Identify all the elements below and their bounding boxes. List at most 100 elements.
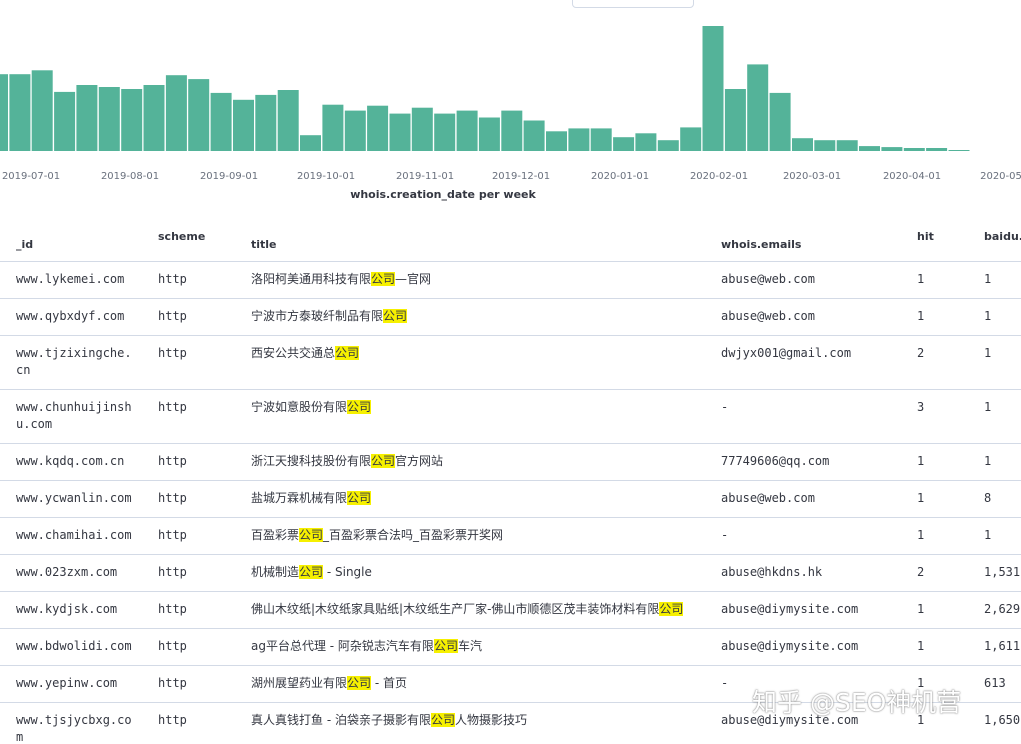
- table-row[interactable]: www.tjzixingche.cn http 西安公共交通总公司 dwjyx001@…: [0, 335, 1021, 390]
- histogram-bar[interactable]: [478, 117, 500, 152]
- histogram-bar[interactable]: [300, 135, 321, 151]
- watermark-text: 知乎 @SEO神机营: [752, 688, 962, 717]
- histogram-bar[interactable]: [769, 92, 791, 151]
- search-highlight: 公司: [347, 675, 372, 690]
- histogram-bar[interactable]: [121, 89, 143, 151]
- title-text-suffix: - 首页: [371, 675, 407, 690]
- cell-baidu: 2,629: [968, 591, 1021, 629]
- cell-emails: dwjyx001@gmail.com: [705, 335, 901, 390]
- histogram-bar[interactable]: [702, 26, 724, 151]
- table-row[interactable]: www.chunhuijinshu.com http 宁波如意股份有限公司 -31: [0, 389, 1021, 444]
- histogram-bar[interactable]: [98, 87, 120, 151]
- histogram-chart: 2019-07-01 2019-08-01 2019-09-01 2019-10-01…: [0, 0, 1021, 210]
- title-text-suffix: 人物摄影技巧: [454, 712, 527, 727]
- title-text-suffix: 车汽: [457, 638, 482, 653]
- cell-scheme: http: [142, 335, 235, 390]
- histogram-bar[interactable]: [54, 91, 76, 151]
- histogram-bar[interactable]: [523, 120, 545, 152]
- column-header-hit[interactable]: hit: [901, 210, 968, 262]
- title-text: 湖州展望药业有限: [251, 675, 348, 690]
- table-row[interactable]: www.kqdq.com.cn http 浙江天搜科技股份有限公司官方网站 77749…: [0, 443, 1021, 481]
- histogram-bar[interactable]: [836, 140, 858, 151]
- histogram-bar[interactable]: [143, 85, 165, 151]
- histogram-bar[interactable]: [590, 128, 612, 151]
- column-header-title[interactable]: title: [235, 210, 705, 262]
- histogram-bar[interactable]: [680, 127, 702, 151]
- column-header-baidu[interactable]: baidu.: [968, 210, 1021, 262]
- table-row[interactable]: www.lykemei.com http 洛阳柯美通用科技有限公司—官网 abuse@…: [0, 261, 1021, 299]
- histogram-bar[interactable]: [635, 133, 657, 151]
- histogram-bar[interactable]: [903, 148, 925, 151]
- cell-title: 浙江天搜科技股份有限公司官方网站: [235, 443, 705, 481]
- histogram-bar[interactable]: [926, 148, 948, 151]
- histogram-bar[interactable]: [456, 110, 478, 151]
- histogram-bar[interactable]: [277, 90, 299, 151]
- histogram-bar[interactable]: [568, 128, 590, 151]
- histogram-bar[interactable]: [881, 147, 903, 151]
- cell-id: www.bdwolidi.com: [0, 628, 142, 666]
- column-header-id[interactable]: _id: [0, 210, 142, 262]
- histogram-bar[interactable]: [165, 75, 187, 151]
- histogram-bar[interactable]: [948, 150, 970, 151]
- histogram-bar[interactable]: [233, 99, 254, 151]
- cell-baidu: 1: [968, 298, 1021, 336]
- cell-baidu: 1,531: [968, 554, 1021, 592]
- title-text: 浙江天搜科技股份有限: [251, 453, 372, 468]
- histogram-bar[interactable]: [0, 74, 8, 151]
- table-row[interactable]: www.qybxdyf.com http 宁波市方泰玻纤制品有限公司 abuse@we…: [0, 298, 1021, 336]
- histogram-bar[interactable]: [724, 89, 746, 151]
- x-tick-label: 2019-07-01: [2, 171, 60, 182]
- search-highlight: 公司: [347, 490, 372, 505]
- table-row[interactable]: www.bdwolidi.com http ag平台总代理 - 阿杂锐志汽车有限公司…: [0, 628, 1021, 666]
- column-header-scheme[interactable]: scheme: [142, 210, 235, 262]
- cell-baidu: 1: [968, 389, 1021, 444]
- column-header-emails[interactable]: whois.emails: [705, 210, 901, 262]
- histogram-bar[interactable]: [31, 70, 53, 151]
- histogram-bar[interactable]: [613, 137, 635, 151]
- cell-emails: -: [705, 389, 901, 444]
- histogram-bar[interactable]: [210, 92, 232, 151]
- title-text: 西安公共交通总: [251, 345, 336, 360]
- x-tick-label: 2020-03-01: [783, 171, 841, 182]
- histogram-bar[interactable]: [76, 85, 98, 151]
- cell-emails: -: [705, 517, 901, 555]
- title-text: 百盈彩票: [251, 527, 300, 542]
- table-row[interactable]: www.chamihai.com http 百盈彩票公司_百盈彩票合法吗_百盈彩票开…: [0, 517, 1021, 555]
- histogram-bar[interactable]: [657, 140, 679, 151]
- cell-scheme: http: [142, 389, 235, 444]
- histogram-bar[interactable]: [859, 146, 880, 151]
- cell-title: 湖州展望药业有限公司 - 首页: [235, 665, 705, 703]
- histogram-bar[interactable]: [546, 131, 567, 151]
- histogram-bar[interactable]: [188, 79, 210, 151]
- cell-scheme: http: [142, 628, 235, 666]
- histogram-bar[interactable]: [434, 113, 456, 151]
- histogram-bar[interactable]: [792, 138, 813, 151]
- x-tick-label: 2020-04-01: [883, 171, 941, 182]
- histogram-bar[interactable]: [814, 140, 836, 151]
- histogram-bar[interactable]: [322, 104, 344, 151]
- cell-baidu: 1,611: [968, 628, 1021, 666]
- histogram-bar[interactable]: [344, 110, 366, 151]
- histogram-bar[interactable]: [411, 107, 433, 151]
- cell-scheme: http: [142, 443, 235, 481]
- histogram-bar[interactable]: [367, 105, 389, 151]
- histogram-bar[interactable]: [389, 113, 411, 151]
- cell-id: www.tjzixingche.cn: [0, 335, 142, 390]
- cell-id: www.chunhuijinshu.com: [0, 389, 142, 444]
- cell-title: ag平台总代理 - 阿杂锐志汽车有限公司车汽: [235, 628, 705, 666]
- x-tick-label: 2019-12-01: [492, 171, 550, 182]
- cell-scheme: http: [142, 517, 235, 555]
- histogram-bar[interactable]: [255, 94, 277, 151]
- table-row[interactable]: www.ycwanlin.com http 盐城万霖机械有限公司 abuse@web.…: [0, 480, 1021, 518]
- table-row[interactable]: www.kydjsk.com http 佛山木纹纸|木纹纸家具贴纸|木纹纸生产厂家-…: [0, 591, 1021, 629]
- cell-scheme: http: [142, 480, 235, 518]
- search-highlight: 公司: [659, 601, 684, 616]
- table-row[interactable]: www.023zxm.com http 机械制造公司 - Single abuse@h…: [0, 554, 1021, 592]
- title-text: 宁波市方泰玻纤制品有限: [251, 308, 384, 323]
- search-highlight: 公司: [371, 453, 396, 468]
- histogram-bar[interactable]: [9, 74, 31, 151]
- cell-scheme: http: [142, 554, 235, 592]
- histogram-bar[interactable]: [747, 64, 769, 151]
- cell-baidu: 1: [968, 443, 1021, 481]
- histogram-bar[interactable]: [501, 110, 523, 151]
